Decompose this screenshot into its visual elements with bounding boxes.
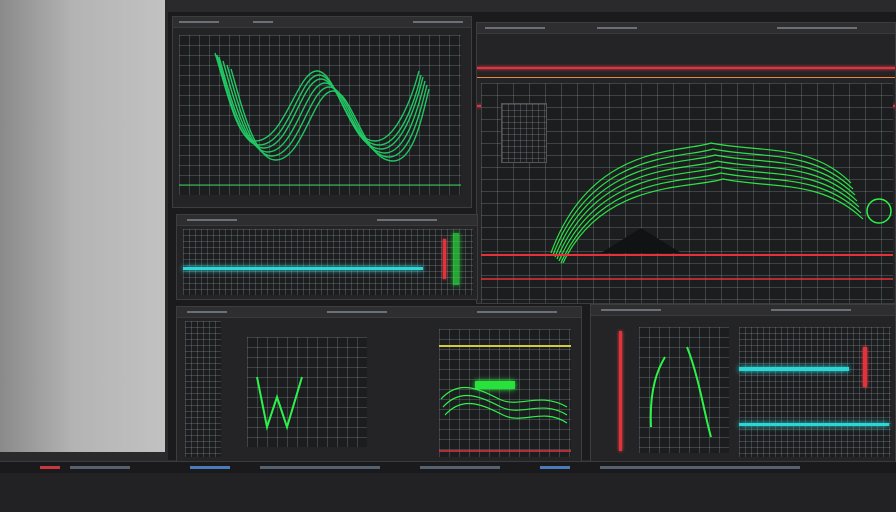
analysis-list <box>185 321 221 457</box>
pane-header <box>173 17 471 28</box>
waveform-grid <box>179 35 461 195</box>
meter-band-bottom <box>739 423 889 426</box>
analysis-trace-right <box>439 386 571 452</box>
waveform-traces <box>179 52 461 186</box>
meter-grid-right <box>739 327 891 457</box>
meter-trace-left <box>649 346 712 438</box>
meter-band-red <box>863 347 867 387</box>
analysis-trace-left <box>256 376 303 431</box>
analysis-grid-left <box>247 337 367 447</box>
signal-band-green <box>453 233 459 285</box>
meter-band-top <box>739 367 849 371</box>
meter-grid-left <box>639 327 729 453</box>
monitor-screen <box>168 12 896 464</box>
pane-header <box>591 305 895 316</box>
spectrum-traces <box>481 142 893 280</box>
signal-band-red <box>443 239 446 279</box>
side-panel <box>0 0 165 452</box>
signal-band-cyan <box>183 267 423 270</box>
floor-area <box>0 473 896 512</box>
timeline-grid <box>183 229 473 295</box>
analysis-grid-right <box>439 329 571 457</box>
pane-header <box>177 307 581 318</box>
pane-timeline-middle[interactable] <box>176 214 478 300</box>
pane-meters-bottom-right[interactable] <box>590 304 896 464</box>
pane-analysis-bottom-left[interactable] <box>176 306 582 462</box>
meter-marker-red <box>619 331 622 451</box>
pane-spectrum-main[interactable] <box>476 22 896 304</box>
marker-line-top <box>477 67 895 69</box>
spectrum-grid <box>481 83 893 303</box>
pane-waveform-top-left[interactable] <box>172 16 472 208</box>
marker-line-top-2 <box>477 77 895 78</box>
pane-header <box>177 215 477 226</box>
pane-header <box>477 23 895 34</box>
